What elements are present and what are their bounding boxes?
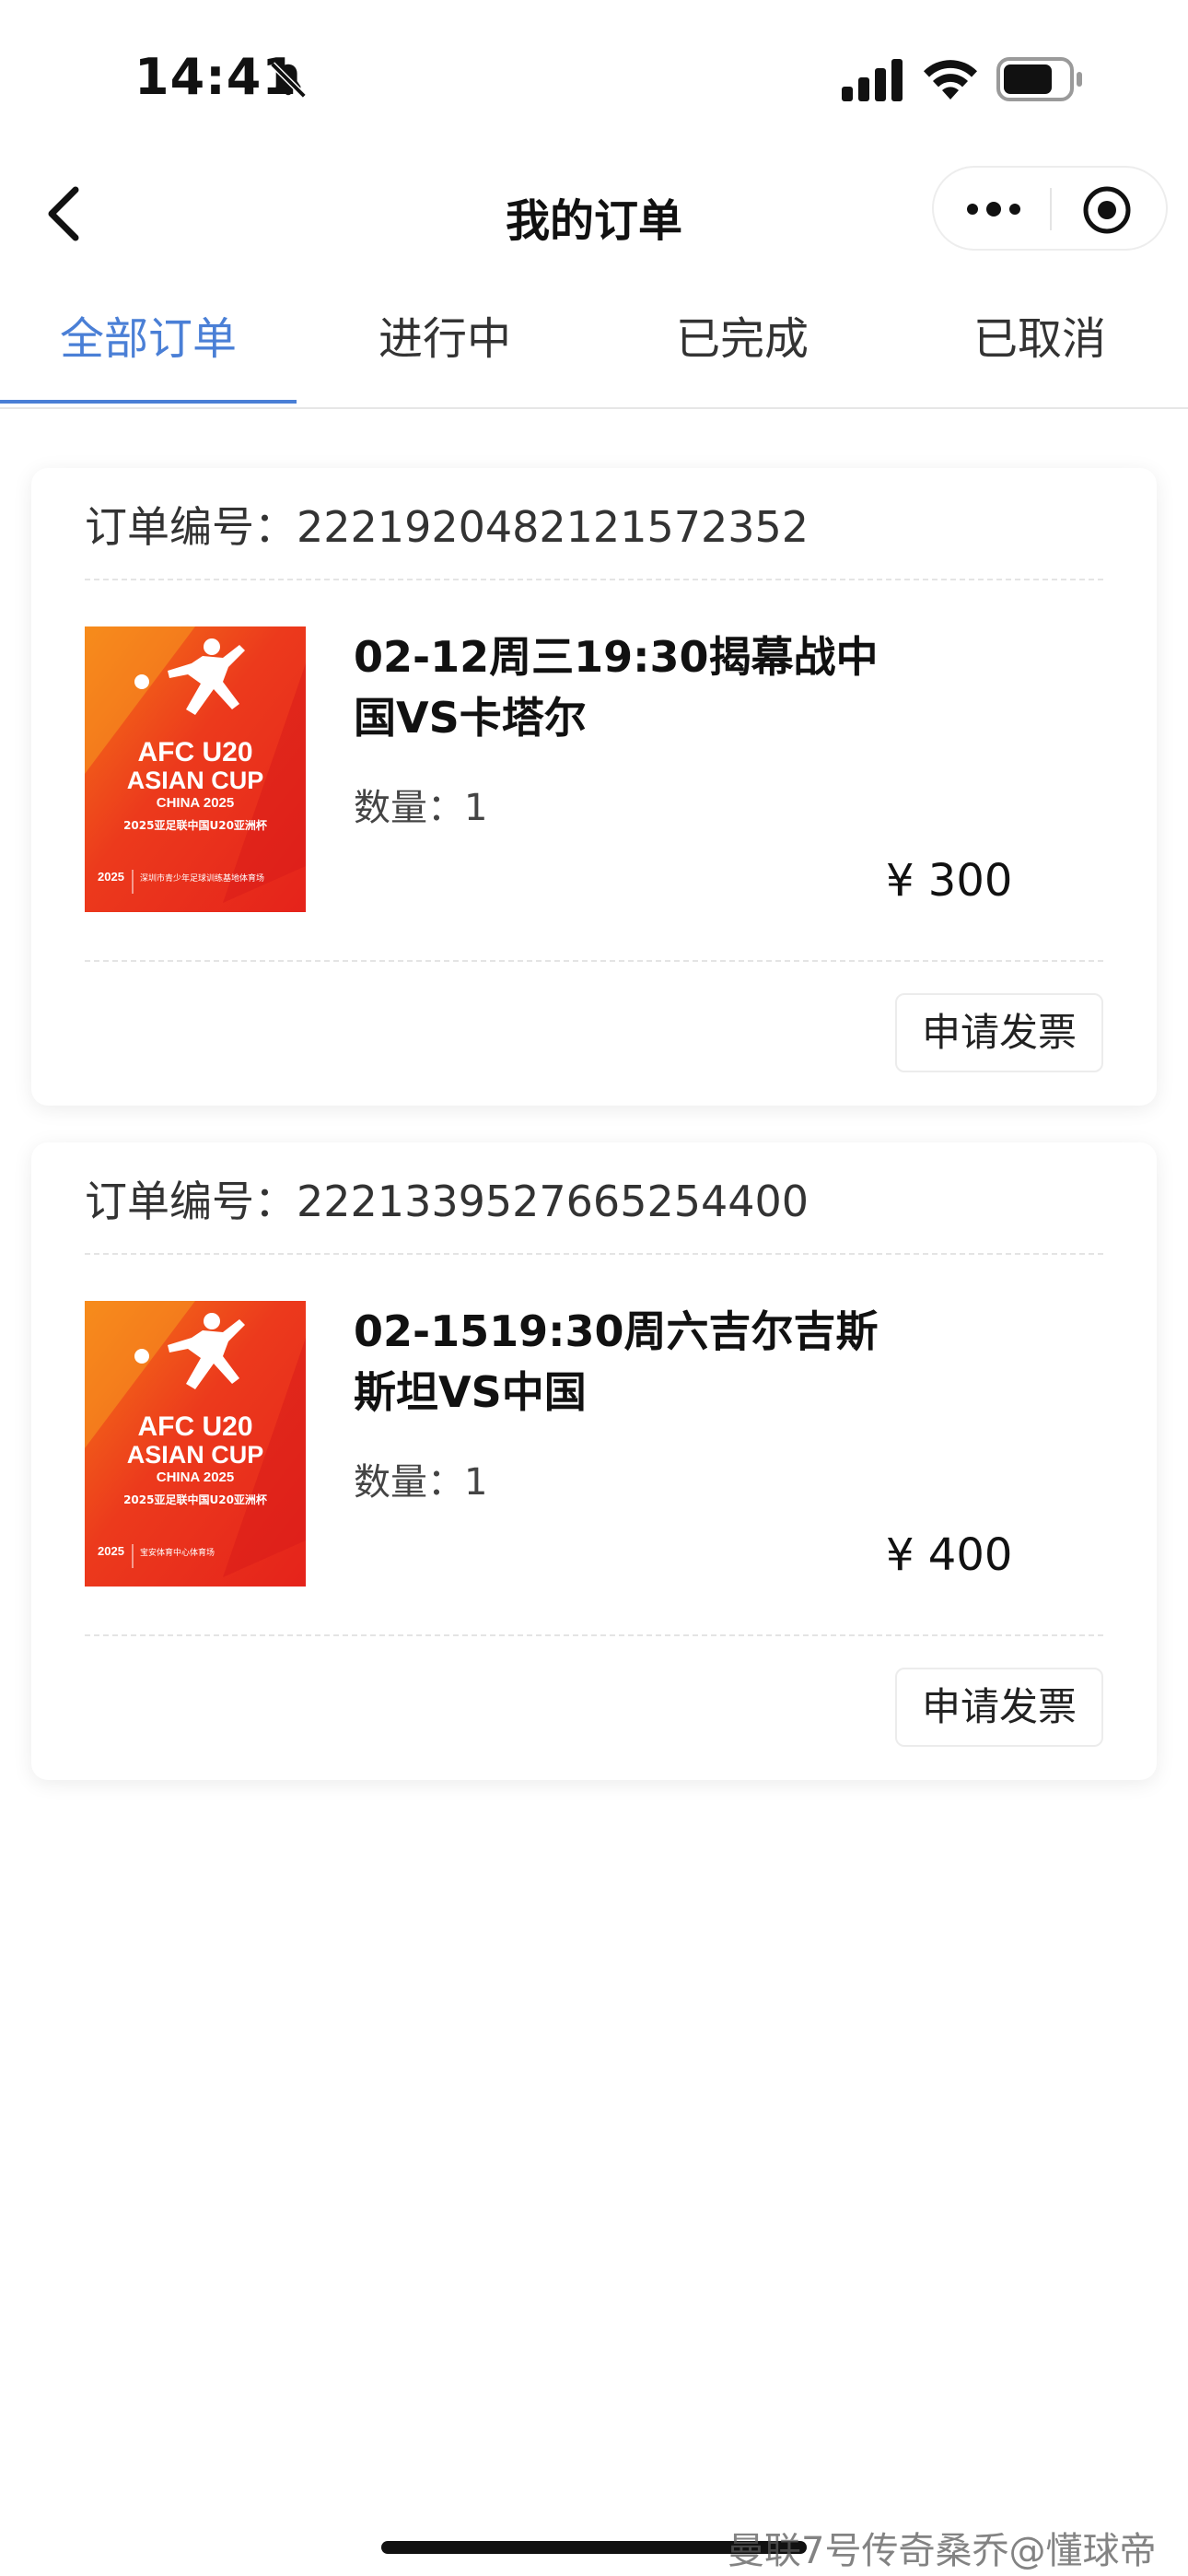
poster-line1: AFC U20 — [137, 1411, 252, 1442]
order-price: ¥ 400 — [886, 1529, 1013, 1581]
request-invoice-button[interactable]: 申请发票 — [895, 1668, 1103, 1747]
order-price: ¥ 300 — [886, 855, 1013, 907]
order-card: 订单编号：2221920482121572352 AFC U20 ASIAN C… — [31, 468, 1157, 1106]
poster-venue: 深圳市青少年足球训练基地体育场 — [140, 872, 264, 884]
battery-icon — [996, 57, 1082, 101]
navigation-bar: 我的订单 — [0, 157, 1188, 267]
poster-line3: CHINA 2025 — [157, 795, 234, 811]
poster-line2: ASIAN CUP — [127, 1441, 264, 1469]
tab-cancelled[interactable]: 已取消 — [891, 293, 1188, 405]
event-title: 02-1519:30周六吉尔吉斯斯坦VS中国 — [354, 1306, 879, 1417]
cellular-signal-icon — [842, 59, 903, 101]
capsule-divider — [1050, 188, 1052, 230]
divider — [85, 579, 1103, 580]
request-invoice-button[interactable]: 申请发票 — [895, 993, 1103, 1072]
more-dots-icon[interactable] — [961, 188, 1026, 230]
close-target-icon[interactable] — [1081, 184, 1133, 236]
silent-bell-icon — [270, 62, 307, 99]
afc-u20-asian-cup-poster: AFC U20 ASIAN CUP CHINA 2025 2025亚足联中国U2… — [85, 626, 306, 912]
poster-line2: ASIAN CUP — [127, 767, 264, 794]
event-title: 02-12周三19:30揭幕战中国VS卡塔尔 — [354, 632, 879, 743]
ticket-quantity: 数量：1 — [354, 787, 488, 829]
poster-line1: AFC U20 — [137, 737, 252, 767]
afc-u20-asian-cup-poster: AFC U20 ASIAN CUP CHINA 2025 2025亚足联中国U2… — [85, 1301, 306, 1587]
divider — [85, 960, 1103, 962]
tab-all-orders[interactable]: 全部订单 — [0, 293, 297, 405]
order-number: 订单编号：2221339527665254400 — [85, 1177, 809, 1226]
active-tab-indicator — [0, 400, 297, 404]
order-status-tabs: 全部订单 进行中 已完成 已取消 — [0, 293, 1188, 409]
poster-year: 2025 — [98, 870, 124, 884]
status-bar: 14:41 — [0, 0, 1188, 157]
poster-venue: 宝安体育中心体育场 — [140, 1547, 215, 1558]
tab-completed[interactable]: 已完成 — [594, 293, 891, 405]
poster-line4: 2025亚足联中国U20亚洲杯 — [123, 818, 268, 832]
watermark: 曼联7号传奇桑乔@懂球帝 — [728, 2530, 1157, 2572]
poster-line3: CHINA 2025 — [157, 1469, 234, 1485]
tab-in-progress[interactable]: 进行中 — [297, 293, 593, 405]
divider — [85, 1253, 1103, 1255]
wifi-icon — [924, 60, 977, 100]
ticket-quantity: 数量：1 — [354, 1461, 488, 1504]
order-number: 订单编号：2221920482121572352 — [85, 502, 809, 552]
order-card: 订单编号：2221339527665254400 AFC U20 ASIAN C… — [31, 1142, 1157, 1780]
poster-year: 2025 — [98, 1544, 124, 1558]
mini-program-capsule — [932, 166, 1168, 251]
divider — [85, 1634, 1103, 1636]
poster-line4: 2025亚足联中国U20亚洲杯 — [123, 1493, 268, 1506]
